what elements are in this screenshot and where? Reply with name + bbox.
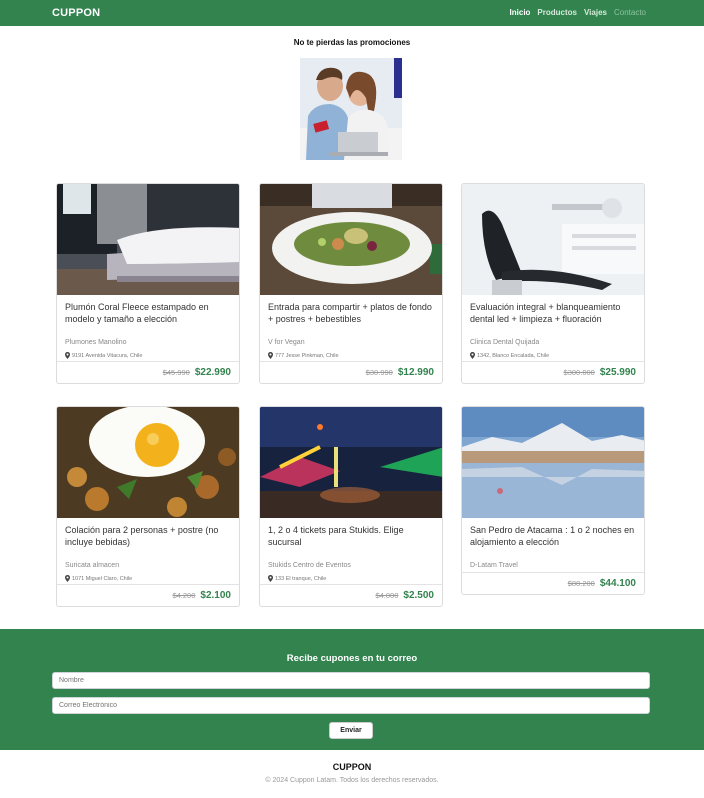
footer-brand: CUPPON — [332, 762, 372, 772]
deal-old-price: $30.990 — [365, 368, 393, 377]
deal-old-price: $4.200 — [172, 591, 196, 600]
deal-card[interactable]: Colación para 2 personas + postre (no in… — [56, 406, 240, 607]
deal-card[interactable]: Plumón Coral Fleece estampado en modelo … — [56, 183, 240, 384]
deal-new-price: $2.100 — [200, 590, 231, 601]
deal-price-row: $88.200 $44.100 — [462, 572, 644, 594]
brand-logo[interactable]: CUPPON — [52, 7, 100, 19]
deal-vendor: Plumones Manolino — [65, 339, 127, 346]
deal-title[interactable]: Colación para 2 personas + postre (no in… — [65, 525, 231, 549]
newsletter-section: Recibe cupones en tu correo Enviar — [0, 629, 704, 750]
deal-card[interactable]: 1, 2 o 4 tickets para Stukids. Elige suc… — [259, 406, 443, 607]
nav-link-productos[interactable]: Productos — [537, 8, 577, 17]
deal-new-price: $22.990 — [194, 367, 231, 378]
promo-heading: No te pierdas las promociones — [293, 38, 411, 47]
deal-address: 777 Jesse Pinkman, Chile — [268, 352, 434, 359]
footer-copyright: © 2024 Cuppon Latam. Todos los derechos … — [265, 777, 439, 784]
deal-card[interactable]: San Pedro de Atacama : 1 o 2 noches en a… — [461, 406, 645, 595]
deal-old-price: $4.000 — [375, 591, 399, 600]
deal-price-row: $4.000 $2.500 — [260, 584, 442, 606]
location-pin-icon — [470, 352, 475, 359]
deal-price-row: $300.000 $25.990 — [462, 361, 644, 383]
deal-image-bedroom[interactable] — [57, 184, 239, 295]
deal-address: 1071 Miguel Claro, Chile — [65, 575, 231, 582]
email-field[interactable] — [52, 697, 650, 714]
location-pin-icon — [65, 575, 70, 582]
deal-title[interactable]: San Pedro de Atacama : 1 o 2 noches en a… — [470, 525, 636, 549]
deal-new-price: $25.990 — [599, 367, 636, 378]
deal-title[interactable]: Evaluación integral + blanqueamiento den… — [470, 302, 636, 326]
deal-image-egg[interactable] — [57, 407, 239, 518]
deal-image-dental[interactable] — [462, 184, 644, 295]
deal-address: 133 El tranque, Chile — [268, 575, 434, 582]
nav-link-viajes[interactable]: Viajes — [584, 8, 607, 17]
deal-vendor: Suricata almacen — [65, 562, 120, 569]
deal-address: 9191 Avenida Vitacura, Chile — [65, 352, 231, 359]
deal-new-price: $12.990 — [397, 367, 434, 378]
deal-old-price: $88.200 — [567, 579, 595, 588]
location-pin-icon — [268, 575, 273, 582]
deal-title[interactable]: Plumón Coral Fleece estampado en modelo … — [65, 302, 231, 326]
deal-price-row: $45.990 $22.990 — [57, 361, 239, 383]
nav-link-contacto[interactable]: Contacto — [614, 8, 646, 17]
deal-title[interactable]: 1, 2 o 4 tickets para Stukids. Elige suc… — [268, 525, 434, 549]
newsletter-heading: Recibe cupones en tu correo — [286, 653, 418, 664]
deal-vendor: Stukids Centro de Eventos — [268, 562, 351, 569]
name-field[interactable] — [52, 672, 650, 689]
deal-old-price: $300.000 — [563, 368, 595, 377]
deal-new-price: $2.500 — [403, 590, 434, 601]
deal-price-row: $4.200 $2.100 — [57, 584, 239, 606]
deal-card[interactable]: Entrada para compartir + platos de fondo… — [259, 183, 443, 384]
deal-image-salad[interactable] — [260, 184, 442, 295]
location-pin-icon — [65, 352, 70, 359]
nav-link-inicio[interactable]: Inicio — [510, 8, 531, 17]
deal-address-text: 1342, Blanco Encalada, Chile — [477, 352, 550, 359]
nav-links: Inicio Productos Viajes Contacto — [510, 8, 646, 17]
deal-address-text: 9191 Avenida Vitacura, Chile — [72, 352, 143, 359]
location-pin-icon — [268, 352, 273, 359]
deal-address: 1342, Blanco Encalada, Chile — [470, 352, 636, 359]
submit-button[interactable]: Enviar — [329, 722, 373, 739]
deal-price-row: $30.990 $12.990 — [260, 361, 442, 383]
deal-image-fair[interactable] — [260, 407, 442, 518]
promo-banner-image[interactable] — [300, 58, 402, 160]
deal-address-text: 1071 Miguel Claro, Chile — [72, 575, 133, 582]
top-navbar: CUPPON Inicio Productos Viajes Contacto — [0, 0, 704, 26]
deal-card[interactable]: Evaluación integral + blanqueamiento den… — [461, 183, 645, 384]
deal-vendor: Clinica Dental Quijada — [470, 339, 540, 346]
deal-new-price: $44.100 — [599, 578, 636, 589]
deal-address-text: 133 El tranque, Chile — [275, 575, 327, 582]
deal-address-text: 777 Jesse Pinkman, Chile — [275, 352, 339, 359]
deal-old-price: $45.990 — [162, 368, 190, 377]
deal-vendor: V for Vegan — [268, 339, 305, 346]
deal-title[interactable]: Entrada para compartir + platos de fondo… — [268, 302, 434, 326]
deal-image-atacama[interactable] — [462, 407, 644, 518]
deal-vendor: D-Latam Travel — [470, 562, 518, 569]
